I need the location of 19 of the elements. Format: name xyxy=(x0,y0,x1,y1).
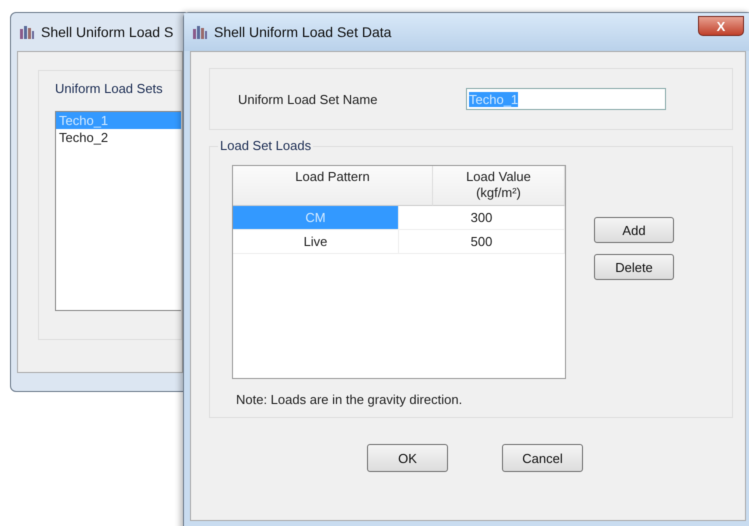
column-header[interactable]: Load Pattern xyxy=(233,166,433,206)
group-label: Uniform Load Sets xyxy=(55,81,164,96)
action-button[interactable]: Delete xyxy=(594,254,674,280)
window-title: Shell Uniform Load Set Data xyxy=(214,24,392,40)
field-label: Uniform Load Set Name xyxy=(238,92,378,106)
window-title: Shell Uniform Load S xyxy=(41,24,174,40)
table-cell: CM xyxy=(233,206,399,230)
group-label: Load Set Loads xyxy=(218,138,314,153)
note-text: Note: Loads are in the gravity direction. xyxy=(236,392,464,407)
table-cell: 500 xyxy=(399,230,565,254)
app-icon xyxy=(192,24,208,40)
dialog-button[interactable]: OK xyxy=(367,444,448,472)
app-icon xyxy=(19,24,35,40)
table-cell: Live xyxy=(233,230,399,254)
dialog-button[interactable]: Cancel xyxy=(502,444,583,472)
table-cell: 300 xyxy=(399,206,565,230)
column-header[interactable]: Load Value (kgf/m²) xyxy=(433,166,565,206)
action-button[interactable]: Add xyxy=(594,217,674,243)
list-item[interactable]: Techo_2 xyxy=(56,129,181,146)
